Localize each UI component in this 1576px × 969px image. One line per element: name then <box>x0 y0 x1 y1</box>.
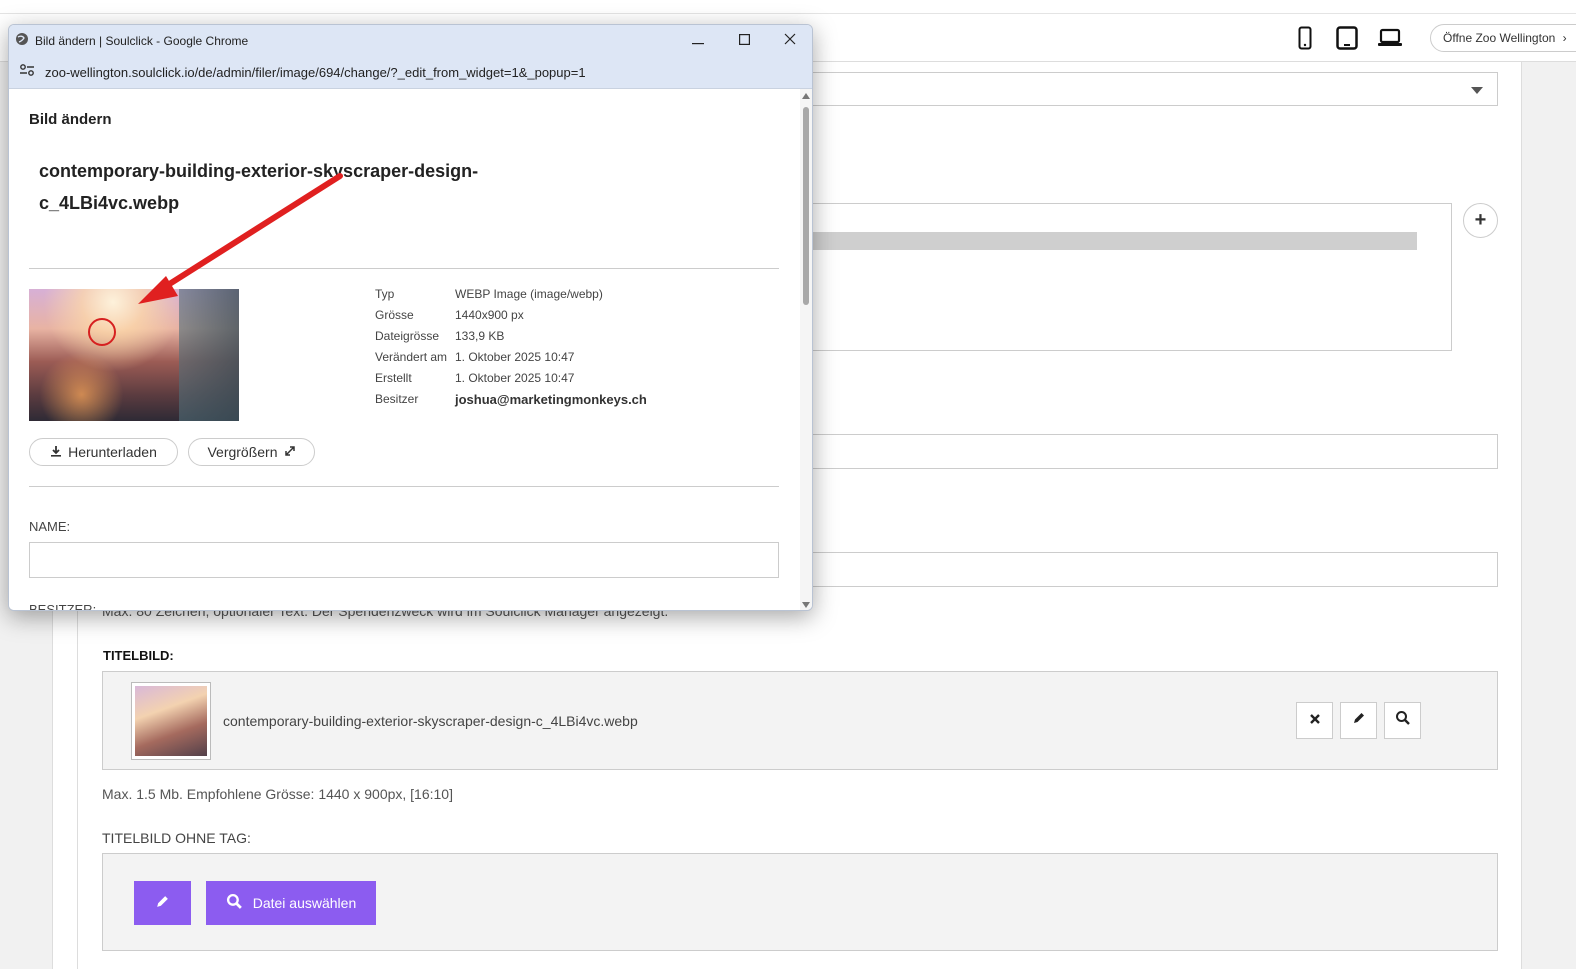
open-site-button[interactable]: Öffne Zoo Wellington › <box>1430 24 1576 52</box>
edit-image-button[interactable] <box>134 881 191 925</box>
thumbnail-image <box>135 686 207 756</box>
minimize-icon <box>692 32 704 50</box>
meta-label: Besitzer <box>375 392 419 406</box>
select-field[interactable] <box>812 72 1498 106</box>
meta-value: 133,9 KB <box>455 329 505 343</box>
meta-row-modified: Verändert am 1. Oktober 2025 10:47 <box>375 350 647 371</box>
chevron-right-icon: › <box>1562 31 1567 45</box>
tablet-view-icon[interactable] <box>1336 26 1358 55</box>
meta-row-size: Grösse 1440x900 px <box>375 308 647 329</box>
select-file-button[interactable]: Datei auswählen <box>206 881 376 925</box>
meta-label: Grösse <box>375 308 414 322</box>
titelbild-ohne-tag-label: TITELBILD OHNE TAG: <box>102 830 251 846</box>
add-plugin-button[interactable]: + <box>1463 203 1498 238</box>
file-title-line-2: c_4LBi4vc.webp <box>39 193 180 213</box>
text-input-2[interactable] <box>812 552 1498 587</box>
editor-placeholder-bar <box>813 232 1417 250</box>
expand-icon <box>284 444 296 460</box>
meta-label: Dateigrösse <box>375 329 440 343</box>
titelbild-label: TITELBILD: <box>103 648 174 663</box>
scroll-up-arrow-icon[interactable] <box>802 93 810 99</box>
file-thumbnail[interactable] <box>131 682 211 760</box>
caret-down-icon <box>1471 87 1483 94</box>
file-name: contemporary-building-exterior-skyscrape… <box>223 713 638 729</box>
open-site-label: Öffne Zoo Wellington <box>1443 31 1556 45</box>
meta-row-owner: Besitzer joshua@marketingmonkeys.ch <box>375 392 647 413</box>
search-icon <box>1395 710 1411 731</box>
popup-content: Bild ändern contemporary-building-exteri… <box>9 89 801 611</box>
divider <box>29 268 779 269</box>
scroll-down-arrow-icon[interactable] <box>802 602 810 608</box>
meta-label: Verändert am <box>375 350 448 364</box>
pencil-icon <box>155 894 170 912</box>
maximize-icon <box>738 32 750 50</box>
download-label: Herunterladen <box>68 444 157 460</box>
mobile-view-icon[interactable] <box>1298 26 1312 55</box>
enlarge-label: Vergrößern <box>207 444 278 460</box>
window-title: Bild ändern | Soulclick - Google Chrome <box>35 34 249 48</box>
close-icon <box>784 32 796 50</box>
popup-scrollbar[interactable] <box>800 89 812 610</box>
besitzer-label: BESITZER: <box>29 602 97 611</box>
minimize-button[interactable] <box>675 25 721 57</box>
image-preview[interactable] <box>29 289 239 421</box>
maximize-button[interactable] <box>721 25 767 57</box>
window-titlebar: Bild ändern | Soulclick - Google Chrome <box>9 25 812 57</box>
text-input-1[interactable] <box>812 434 1498 469</box>
close-icon <box>1309 712 1321 730</box>
download-icon <box>50 444 62 460</box>
meta-value: joshua@marketingmonkeys.ch <box>455 392 647 407</box>
image-metadata: Typ WEBP Image (image/webp) Grösse 1440x90… <box>375 287 647 413</box>
globe-icon <box>15 32 29 51</box>
meta-label: Typ <box>375 287 395 301</box>
search-icon <box>226 893 243 913</box>
help-text-size: Max. 1.5 Mb. Empfohlene Grösse: 1440 x 9… <box>102 786 453 802</box>
clear-file-button[interactable] <box>1296 702 1333 739</box>
browser-bookmarks-bar <box>0 0 1576 14</box>
name-input[interactable] <box>29 542 779 578</box>
desktop-view-icon[interactable] <box>1378 28 1402 53</box>
meta-row-created: Erstellt 1. Oktober 2025 10:47 <box>375 371 647 392</box>
meta-row-filesize: Dateigrösse 133,9 KB <box>375 329 647 350</box>
meta-value: 1440x900 px <box>455 308 524 322</box>
close-window-button[interactable] <box>767 25 812 57</box>
meta-value: WEBP Image (image/webp) <box>455 287 603 301</box>
enlarge-button[interactable]: Vergrößern <box>188 438 315 466</box>
titelbild-file-widget: contemporary-building-exterior-skyscrape… <box>102 671 1498 770</box>
meta-row-type: Typ WEBP Image (image/webp) <box>375 287 647 308</box>
page-title: Bild ändern <box>29 111 112 128</box>
pencil-icon <box>1352 711 1366 730</box>
file-title: contemporary-building-exterior-skyscrape… <box>39 155 509 219</box>
meta-value: 1. Oktober 2025 10:47 <box>455 371 575 385</box>
edit-file-button[interactable] <box>1340 702 1377 739</box>
meta-label: Erstellt <box>375 371 412 385</box>
url-text: zoo-wellington.soulclick.io/de/admin/fil… <box>45 65 586 80</box>
site-settings-icon[interactable] <box>19 63 35 82</box>
lookup-file-button[interactable] <box>1384 702 1421 739</box>
select-file-label: Datei auswählen <box>252 895 357 911</box>
address-bar[interactable]: zoo-wellington.soulclick.io/de/admin/fil… <box>9 57 812 89</box>
divider <box>29 486 779 487</box>
focal-point-marker[interactable] <box>88 318 116 346</box>
scrollbar-thumb[interactable] <box>803 107 809 305</box>
text-editor[interactable] <box>812 203 1452 351</box>
file-title-line-1: contemporary-building-exterior-skyscrape… <box>39 161 479 181</box>
preview-glass-rail <box>179 289 239 421</box>
popup-browser-window: Bild ändern | Soulclick - Google Chrome … <box>8 24 813 611</box>
name-label: NAME: <box>29 519 71 534</box>
meta-value: 1. Oktober 2025 10:47 <box>455 350 575 364</box>
plus-icon: + <box>1474 209 1487 231</box>
download-button[interactable]: Herunterladen <box>29 438 178 466</box>
titelbild-ohne-tag-widget: Datei auswählen <box>102 853 1498 951</box>
